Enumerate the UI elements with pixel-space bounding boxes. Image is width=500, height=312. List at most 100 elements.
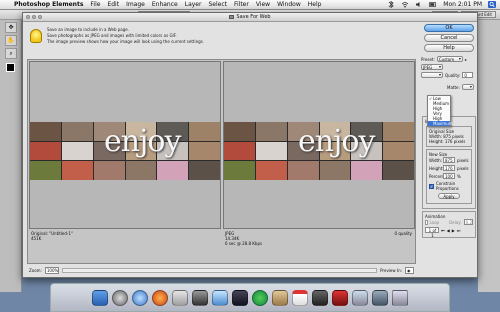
volume-icon[interactable] — [415, 1, 423, 8]
width-label: Width: — [429, 157, 442, 163]
delay-field[interactable]: 0.2 — [463, 219, 473, 225]
foreground-color-swatch[interactable] — [6, 63, 15, 72]
menu-app-name[interactable]: Photoshop Elements — [14, 1, 83, 8]
photo-booth-icon[interactable] — [312, 289, 328, 306]
palette-well — [478, 20, 500, 292]
first-frame-icon[interactable]: ⏮ — [441, 228, 445, 233]
address-book-icon[interactable] — [272, 289, 288, 306]
chat-icon[interactable] — [212, 289, 228, 306]
original-size-group: Original Size Width: 875 pixels Height: … — [426, 126, 472, 147]
menu-item-low[interactable]: Low — [428, 96, 450, 101]
menu-window[interactable]: Window — [277, 1, 301, 8]
original-preview-pane[interactable]: enjoy — [29, 61, 221, 229]
original-height: Height: 176 pixels — [429, 139, 466, 144]
matte-row: Matte: — [421, 84, 477, 90]
hint-line: The image preview shows how your image w… — [47, 39, 205, 44]
delay-label: Delay: — [449, 219, 462, 225]
menu-filter[interactable]: Filter — [234, 1, 249, 8]
optimized-info: JPEG 14.34K 6 sec @ 28.8 Kbps 0 quality — [223, 230, 415, 246]
menu-extras: Mon 2:01 PM — [387, 1, 500, 8]
collage-image: enjoy — [30, 122, 220, 180]
next-frame-icon[interactable]: ▶ — [452, 228, 455, 233]
prev-frame-icon[interactable]: ◀ — [447, 228, 450, 233]
spotlight-icon[interactable] — [488, 1, 496, 8]
preset-select[interactable]: Custom — [436, 56, 463, 62]
toolbox: ✥ ✋ ⌕ — [0, 20, 22, 292]
optimized-quality: 0 quality — [394, 231, 413, 236]
camera-icon[interactable] — [192, 289, 208, 306]
quality-field[interactable]: 0 — [462, 72, 474, 78]
preview-app-icon[interactable] — [352, 289, 368, 306]
browser-icon[interactable]: ◉ — [405, 267, 414, 274]
zoom-label: Zoom: — [29, 268, 42, 273]
frame-counter: 1 of 1 — [425, 227, 439, 238]
percent-row: Percent: 100 % — [429, 173, 469, 179]
height-input[interactable]: 176 — [443, 165, 455, 171]
media-icon[interactable] — [232, 289, 248, 306]
checkbox-icon — [229, 15, 235, 19]
itunes-icon[interactable] — [332, 289, 348, 306]
calendar-icon[interactable] — [292, 289, 308, 306]
menu-layer[interactable]: Layer — [185, 1, 202, 8]
last-frame-icon[interactable]: ⏭ — [457, 228, 461, 233]
help-button[interactable]: Help — [424, 44, 474, 52]
app-icon[interactable] — [252, 289, 268, 306]
menu-item-very-high[interactable]: Very High — [428, 111, 450, 121]
settings-menu-icon[interactable]: ▸ — [465, 57, 467, 62]
cancel-button[interactable]: Cancel — [424, 34, 474, 42]
matte-label: Matte: — [447, 84, 460, 90]
finder-icon[interactable] — [92, 289, 108, 306]
menu-select[interactable]: Select — [208, 1, 227, 8]
trash-icon[interactable] — [392, 289, 408, 306]
quality-preset-select[interactable] — [421, 72, 443, 78]
move-tool-icon[interactable]: ✥ — [5, 22, 17, 33]
dashboard-icon[interactable] — [112, 289, 128, 306]
system-preferences-icon[interactable] — [372, 289, 388, 306]
minimize-icon[interactable] — [32, 15, 36, 19]
loop-checkbox[interactable] — [425, 219, 428, 225]
menu-item-maximum[interactable]: Maximum — [428, 121, 453, 126]
collage-image: enjoy — [224, 122, 414, 180]
height-row: Height: 176 pixels — [429, 165, 469, 171]
constrain-row: ✓ Constrain Proportions — [429, 181, 469, 191]
settings-panel: OK Cancel Help Preset: Custom ▸ JPEG Qua… — [421, 24, 477, 276]
format-select[interactable]: JPEG — [421, 64, 443, 70]
quality-label: Quality: — [445, 72, 461, 78]
optimized-preview-pane[interactable]: enjoy — [223, 61, 415, 229]
clock[interactable]: Mon 2:01 PM — [443, 1, 482, 8]
menu-enhance[interactable]: Enhance — [152, 1, 178, 8]
zoom-tool-icon[interactable]: ⌕ — [5, 48, 17, 59]
wifi-icon[interactable] — [401, 1, 409, 8]
safari-icon[interactable] — [132, 289, 148, 306]
image-size-group: Image Size Original Size Width: 875 pixe… — [422, 116, 476, 209]
menu-help[interactable]: Help — [308, 1, 322, 8]
menu-file[interactable]: File — [90, 1, 100, 8]
firefox-icon[interactable] — [152, 289, 168, 306]
format-row: JPEG — [421, 64, 477, 70]
width-input[interactable]: 875 — [443, 157, 455, 163]
loop-label: Loop — [429, 219, 440, 225]
zoom-window-icon[interactable] — [38, 15, 42, 19]
width-unit: pixels — [457, 157, 469, 163]
close-icon[interactable] — [26, 15, 30, 19]
dialog-titlebar[interactable]: Save For Web — [23, 13, 477, 22]
animation-group: Animation Loop Delay: 0.2 1 of 1 ⏮ ◀ ▶ ⏭ — [422, 211, 476, 238]
width-row: Width: 875 pixels — [429, 157, 469, 163]
matte-select[interactable] — [461, 84, 474, 90]
hand-tool-icon[interactable]: ✋ — [5, 35, 17, 46]
percent-input[interactable]: 100 — [443, 173, 455, 179]
apply-button[interactable]: Apply — [438, 193, 460, 199]
preview-area: enjoy enjoy Original: "Untitled-1" 451K … — [27, 59, 416, 264]
zoom-select[interactable]: 100% — [44, 267, 59, 274]
optimized-time[interactable]: 6 sec @ 28.8 Kbps — [225, 241, 413, 246]
preset-row: Preset: Custom ▸ — [421, 56, 477, 62]
constrain-checkbox[interactable]: ✓ — [429, 183, 434, 189]
status-bar — [61, 268, 378, 273]
menu-edit[interactable]: Edit — [107, 1, 119, 8]
bluetooth-icon[interactable] — [387, 1, 395, 8]
ok-button[interactable]: OK — [424, 24, 474, 32]
menu-image[interactable]: Image — [126, 1, 145, 8]
menu-view[interactable]: View — [256, 1, 270, 8]
battery-icon[interactable] — [429, 1, 437, 8]
mail-icon[interactable] — [172, 289, 188, 306]
